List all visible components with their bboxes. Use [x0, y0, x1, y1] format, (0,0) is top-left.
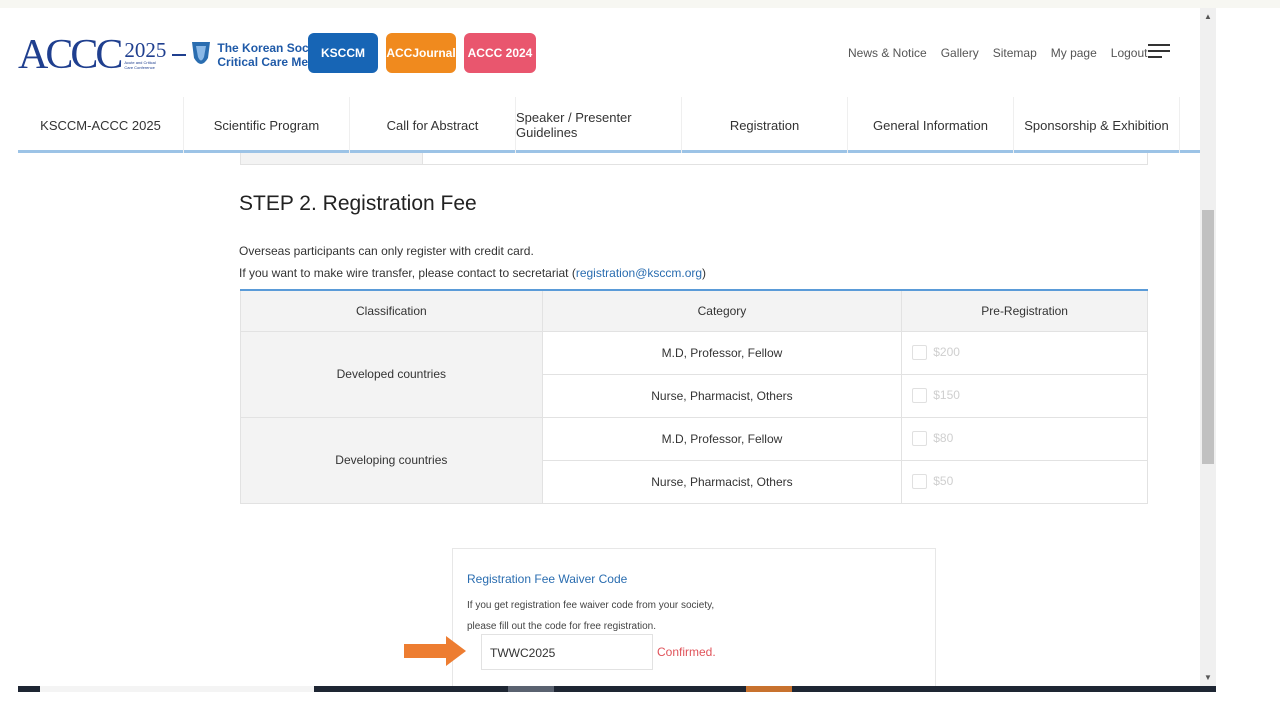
- taskbar-app[interactable]: [508, 686, 554, 692]
- wire-transfer-close: ): [702, 266, 707, 280]
- registration-fee-table: Classification Category Pre-Registration…: [240, 289, 1148, 504]
- society-emblem-icon: [192, 42, 211, 64]
- top-links: News & Notice Gallery Sitemap My page Lo…: [848, 46, 1161, 60]
- nav-item-scientific-program[interactable]: Scientific Program: [184, 97, 350, 153]
- price-label: $150: [933, 387, 960, 402]
- orange-arrow-icon: [404, 636, 466, 666]
- fee-checkbox[interactable]: [912, 345, 928, 361]
- wire-transfer-note: If you want to make wire transfer, pleas…: [239, 262, 706, 284]
- classification-cell: Developing countries: [240, 416, 543, 504]
- scroll-down-icon[interactable]: ▼: [1204, 673, 1212, 682]
- fee-checkbox[interactable]: [912, 431, 928, 447]
- logout-link[interactable]: Logout: [1111, 46, 1148, 60]
- logo-year: 2025: [124, 38, 167, 62]
- ksccm-link-button[interactable]: KSCCM: [308, 33, 378, 73]
- main-nav: KSCCM-ACCC 2025 Scientific Program Call …: [18, 97, 1200, 153]
- scroll-up-icon[interactable]: ▲: [1204, 12, 1212, 21]
- site-logo[interactable]: ACCC 2025 Acute and Critical Care Confer…: [18, 32, 344, 78]
- wire-transfer-text: If you want to make wire transfer, pleas…: [239, 266, 576, 280]
- fee-checkbox[interactable]: [912, 474, 928, 490]
- price-cell: $50: [901, 459, 1148, 504]
- previous-section-edge: [240, 153, 1148, 165]
- menu-icon[interactable]: [1148, 44, 1170, 60]
- taskbar-search[interactable]: [40, 686, 314, 692]
- secretariat-email-link[interactable]: registration@ksccm.org: [576, 266, 702, 280]
- waiver-code-box: Registration Fee Waiver Code If you get …: [452, 548, 936, 686]
- waiver-desc-line-1: If you get registration fee waiver code …: [467, 600, 715, 611]
- header-category: Category: [541, 289, 903, 332]
- waiver-title: Registration Fee Waiver Code: [467, 572, 628, 586]
- logo-year-block: 2025 Acute and Critical Care Conference: [124, 38, 167, 71]
- waiver-status: Confirmed.: [657, 645, 716, 659]
- table-row: Developed countries M.D, Professor, Fell…: [240, 330, 1148, 418]
- my-page-link[interactable]: My page: [1051, 46, 1097, 60]
- gallery-link[interactable]: Gallery: [941, 46, 979, 60]
- category-cell: M.D, Professor, Fellow: [541, 330, 903, 375]
- table-row: Developing countries M.D, Professor, Fel…: [240, 416, 1148, 504]
- waiver-description: If you get registration fee waiver code …: [467, 595, 714, 637]
- sitemap-link[interactable]: Sitemap: [993, 46, 1037, 60]
- nav-item-general-information[interactable]: General Information: [848, 97, 1014, 153]
- credit-card-note: Overseas participants can only register …: [239, 244, 534, 258]
- price-label: $200: [933, 344, 960, 359]
- accc-2024-link-button[interactable]: ACCC 2024: [464, 33, 536, 73]
- taskbar: [18, 686, 1216, 692]
- price-label: $50: [933, 473, 954, 488]
- logo-wordmark: ACCC: [18, 32, 123, 78]
- price-cell: $200: [901, 330, 1148, 375]
- waiver-code-input[interactable]: TWWC2025: [481, 634, 653, 670]
- registration-notes: Overseas participants can only register …: [239, 240, 706, 284]
- fee-checkbox[interactable]: [912, 388, 928, 404]
- accjournal-link-button[interactable]: ACCJournal: [386, 33, 456, 73]
- table-header-row: Classification Category Pre-Registration: [240, 289, 1148, 332]
- logo-subtitle: Acute and Critical Care Conference: [124, 60, 156, 70]
- nav-item-call-for-abstract[interactable]: Call for Abstract: [350, 97, 516, 153]
- browser-top-strip: [0, 0, 1280, 8]
- header-classification: Classification: [240, 289, 543, 332]
- news-notice-link[interactable]: News & Notice: [848, 46, 927, 60]
- scrollbar-thumb[interactable]: [1202, 210, 1214, 464]
- page-viewport: ACCC 2025 Acute and Critical Care Confer…: [18, 8, 1200, 686]
- logo-separator: [172, 54, 187, 56]
- step-title: STEP 2. Registration Fee: [239, 192, 477, 215]
- price-label: $80: [933, 430, 954, 445]
- nav-item-ksccm-accc-2025[interactable]: KSCCM-ACCC 2025: [18, 97, 184, 153]
- header-pre-registration: Pre-Registration: [901, 289, 1148, 332]
- category-cell: Nurse, Pharmacist, Others: [541, 459, 903, 504]
- taskbar-app-active[interactable]: [746, 686, 792, 692]
- nav-item-speaker-guidelines[interactable]: Speaker / Presenter Guidelines: [516, 97, 682, 153]
- nav-item-sponsorship-exhibition[interactable]: Sponsorship & Exhibition: [1014, 97, 1180, 153]
- classification-cell: Developed countries: [240, 330, 543, 418]
- category-cell: M.D, Professor, Fellow: [541, 416, 903, 461]
- price-cell: $80: [901, 416, 1148, 461]
- nav-item-registration[interactable]: Registration: [682, 97, 848, 153]
- price-cell: $150: [901, 373, 1148, 418]
- logo-text: ACCC: [18, 32, 123, 78]
- page-scrollbar[interactable]: ▲ ▼: [1200, 8, 1216, 686]
- category-cell: Nurse, Pharmacist, Others: [541, 373, 903, 418]
